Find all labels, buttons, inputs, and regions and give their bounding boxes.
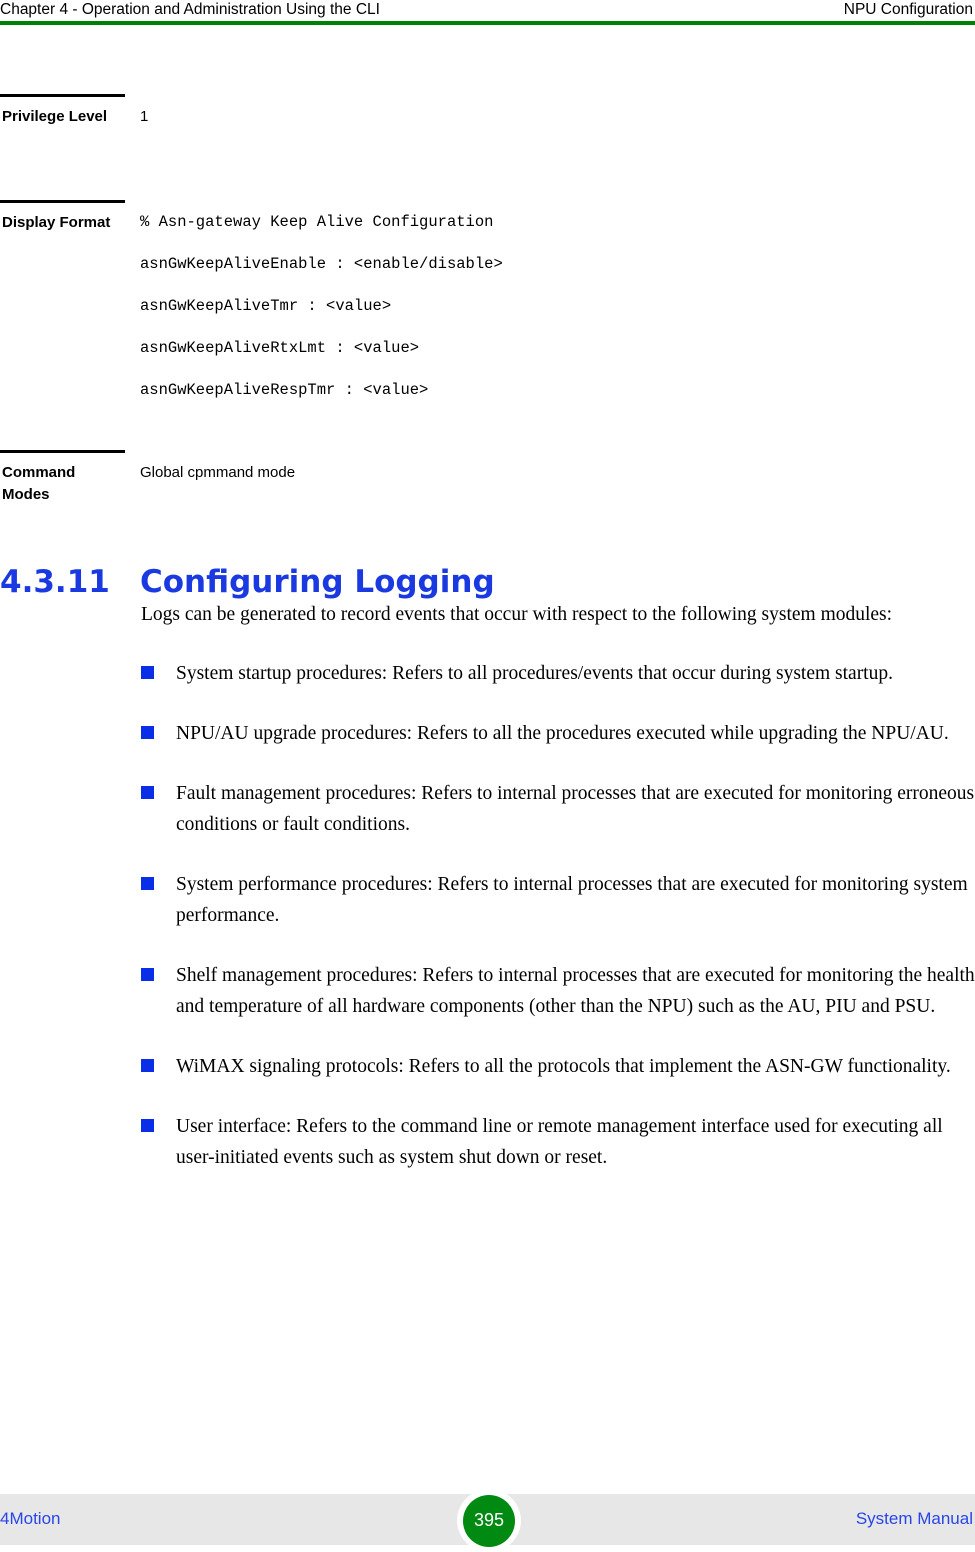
display-format-line: asnGwKeepAliveTmr : <value>: [140, 297, 392, 315]
row-label-cell: Privilege Level: [0, 94, 125, 128]
list-item-text: System performance procedures: Refers to…: [176, 874, 968, 926]
square-bullet-icon: [141, 1059, 154, 1072]
row-label-cell: Command Modes: [0, 450, 125, 506]
header-chapter-title: Chapter 4 - Operation and Administration…: [0, 1, 380, 18]
display-format-line: asnGwKeepAliveRespTmr : <value>: [140, 381, 429, 399]
square-bullet-icon: [141, 968, 154, 981]
square-bullet-icon: [141, 726, 154, 739]
list-item-text: WiMAX signaling protocols: Refers to all…: [176, 1056, 951, 1077]
display-format-line: asnGwKeepAliveEnable : <enable/disable>: [140, 255, 503, 273]
table-row-display-format: Display Format % Asn-gateway Keep Alive …: [0, 200, 845, 450]
row-value-cell: 1: [125, 94, 845, 128]
row-label-command-modes: Command Modes: [2, 464, 76, 503]
list-item-text: Fault management procedures: Refers to i…: [176, 783, 975, 835]
list-item: System performance procedures: Refers to…: [141, 869, 975, 931]
list-item: User interface: Refers to the command li…: [141, 1111, 975, 1173]
footer-document-name: System Manual: [855, 1509, 973, 1528]
command-reference-table: Privilege Level 1 Display Format % Asn-g…: [0, 94, 845, 510]
footer-product-name: 4Motion: [0, 1509, 61, 1528]
list-item: WiMAX signaling protocols: Refers to all…: [141, 1051, 975, 1082]
header-divider-rule: [0, 21, 975, 25]
row-label-display-format: Display Format: [2, 214, 111, 231]
section-title: Configuring Logging: [140, 563, 495, 600]
row-label-privilege-level: Privilege Level: [2, 108, 108, 125]
list-item-text: Shelf management procedures: Refers to i…: [176, 965, 975, 1017]
row-value-cell: % Asn-gateway Keep Alive Configuration a…: [125, 200, 845, 400]
intro-paragraph: Logs can be generated to record events t…: [141, 604, 893, 625]
display-format-line: asnGwKeepAliveRtxLmt : <value>: [140, 339, 420, 357]
page-number: 395: [463, 1494, 515, 1547]
section-heading: 4.3.11 Configuring Logging: [0, 562, 845, 602]
system-modules-list: System startup procedures: Refers to all…: [141, 658, 975, 1173]
square-bullet-icon: [141, 877, 154, 890]
list-item: Shelf management procedures: Refers to i…: [141, 960, 975, 1022]
command-modes-value: Global cpmmand mode: [140, 464, 296, 481]
row-label-cell: Display Format: [0, 200, 125, 234]
table-row-privilege-level: Privilege Level 1: [0, 94, 845, 200]
square-bullet-icon: [141, 786, 154, 799]
list-item: NPU/AU upgrade procedures: Refers to all…: [141, 718, 975, 749]
header-section-title: NPU Configuration: [843, 1, 973, 18]
list-item-text: System startup procedures: Refers to all…: [176, 663, 893, 684]
display-format-line: % Asn-gateway Keep Alive Configuration: [140, 213, 494, 231]
square-bullet-icon: [141, 1119, 154, 1132]
list-item: System startup procedures: Refers to all…: [141, 658, 975, 689]
section-body: Logs can be generated to record events t…: [141, 599, 975, 1173]
list-item-text: User interface: Refers to the command li…: [176, 1116, 943, 1168]
row-value-cell: Global cpmmand mode: [125, 450, 845, 484]
page-number-badge: 395: [457, 1489, 521, 1552]
section-number: 4.3.11: [0, 563, 110, 600]
square-bullet-icon: [141, 666, 154, 679]
table-row-command-modes: Command Modes Global cpmmand mode: [0, 450, 845, 510]
list-item-text: NPU/AU upgrade procedures: Refers to all…: [176, 723, 949, 744]
privilege-level-value: 1: [140, 108, 149, 125]
list-item: Fault management procedures: Refers to i…: [141, 778, 975, 840]
